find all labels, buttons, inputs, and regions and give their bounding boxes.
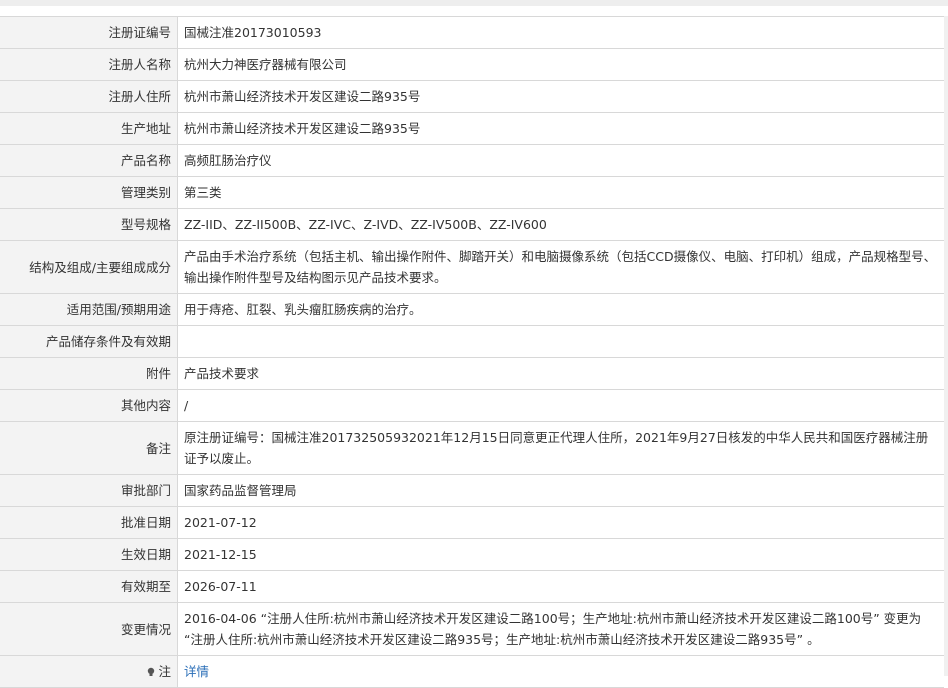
table-row: 审批部门 国家药品监督管理局 bbox=[0, 474, 944, 507]
table-row: 其他内容 / bbox=[0, 389, 944, 422]
table-row: 注册证编号 国械注准20173010593 bbox=[0, 16, 944, 49]
row-value: 2016-04-06 “注册人住所:杭州市萧山经济技术开发区建设二路100号；生… bbox=[177, 602, 944, 656]
row-value: 产品技术要求 bbox=[177, 357, 944, 390]
row-label: 管理类别 bbox=[0, 176, 178, 209]
row-label: 批准日期 bbox=[0, 506, 178, 539]
row-label-note: 注 bbox=[0, 655, 178, 688]
table-row: 产品名称 高频肛肠治疗仪 bbox=[0, 144, 944, 177]
row-value: 产品由手术治疗系统（包括主机、输出操作附件、脚踏开关）和电脑摄像系统（包括CCD… bbox=[177, 240, 944, 294]
row-label: 变更情况 bbox=[0, 602, 178, 656]
row-value: 2021-12-15 bbox=[177, 538, 944, 571]
details-link[interactable]: 详情 bbox=[184, 664, 209, 679]
row-value: / bbox=[177, 389, 944, 422]
table-row: 型号规格 ZZ-IID、ZZ-II500B、ZZ-IVC、Z-IVD、ZZ-IV5… bbox=[0, 208, 944, 241]
table-row: 管理类别 第三类 bbox=[0, 176, 944, 209]
row-value: 杭州市萧山经济技术开发区建设二路935号 bbox=[177, 112, 944, 145]
table-row: 生效日期 2021-12-15 bbox=[0, 538, 944, 571]
row-label: 有效期至 bbox=[0, 570, 178, 603]
table-row-note: 注 详情 bbox=[0, 655, 944, 688]
table-row: 结构及组成/主要组成成分 产品由手术治疗系统（包括主机、输出操作附件、脚踏开关）和… bbox=[0, 240, 944, 294]
row-value: 第三类 bbox=[177, 176, 944, 209]
row-value: 杭州市萧山经济技术开发区建设二路935号 bbox=[177, 80, 944, 113]
row-value: 高频肛肠治疗仪 bbox=[177, 144, 944, 177]
row-value: 用于痔疮、肛裂、乳头瘤肛肠疾病的治疗。 bbox=[177, 293, 944, 326]
row-label: 产品储存条件及有效期 bbox=[0, 325, 178, 358]
table-row: 产品储存条件及有效期 bbox=[0, 325, 944, 358]
row-label: 产品名称 bbox=[0, 144, 178, 177]
row-value: 杭州大力神医疗器械有限公司 bbox=[177, 48, 944, 81]
row-value: 国家药品监督管理局 bbox=[177, 474, 944, 507]
row-value-note: 详情 bbox=[177, 655, 944, 688]
row-label: 附件 bbox=[0, 357, 178, 390]
row-label: 注册证编号 bbox=[0, 16, 178, 49]
row-value: 国械注准20173010593 bbox=[177, 16, 944, 49]
row-value bbox=[177, 325, 944, 358]
row-value: 2026-07-11 bbox=[177, 570, 944, 603]
row-label: 结构及组成/主要组成成分 bbox=[0, 240, 178, 294]
row-label: 适用范围/预期用途 bbox=[0, 293, 178, 326]
row-label: 生产地址 bbox=[0, 112, 178, 145]
table-row: 批准日期 2021-07-12 bbox=[0, 506, 944, 539]
table-row: 附件 产品技术要求 bbox=[0, 357, 944, 390]
row-label: 注册人住所 bbox=[0, 80, 178, 113]
table-row: 生产地址 杭州市萧山经济技术开发区建设二路935号 bbox=[0, 112, 944, 145]
row-value: 原注册证编号：国械注准201732505932021年12月15日同意更正代理人… bbox=[177, 421, 944, 475]
registration-detail-table: 注册证编号 国械注准20173010593 注册人名称 杭州大力神医疗器械有限公司 注册… bbox=[0, 16, 944, 688]
row-label: 型号规格 bbox=[0, 208, 178, 241]
table-row: 变更情况 2016-04-06 “注册人住所:杭州市萧山经济技术开发区建设二路10… bbox=[0, 602, 944, 656]
table-row: 备注 原注册证编号：国械注准201732505932021年12月15日同意更正代… bbox=[0, 421, 944, 475]
row-label: 生效日期 bbox=[0, 538, 178, 571]
row-label: 备注 bbox=[0, 421, 178, 475]
row-label: 注册人名称 bbox=[0, 48, 178, 81]
note-label: 注 bbox=[158, 664, 171, 679]
table-row: 有效期至 2026-07-11 bbox=[0, 570, 944, 603]
row-value: 2021-07-12 bbox=[177, 506, 944, 539]
table-row: 注册人住所 杭州市萧山经济技术开发区建设二路935号 bbox=[0, 80, 944, 113]
lightbulb-icon bbox=[148, 667, 155, 676]
table-row: 适用范围/预期用途 用于痔疮、肛裂、乳头瘤肛肠疾病的治疗。 bbox=[0, 293, 944, 326]
top-bar bbox=[0, 0, 948, 6]
scrollbar-track[interactable] bbox=[944, 16, 948, 676]
row-label: 审批部门 bbox=[0, 474, 178, 507]
detail-container: 注册证编号 国械注准20173010593 注册人名称 杭州大力神医疗器械有限公司 注册… bbox=[0, 16, 948, 688]
row-label: 其他内容 bbox=[0, 389, 178, 422]
row-value: ZZ-IID、ZZ-II500B、ZZ-IVC、Z-IVD、ZZ-IV500B、… bbox=[177, 208, 944, 241]
table-row: 注册人名称 杭州大力神医疗器械有限公司 bbox=[0, 48, 944, 81]
